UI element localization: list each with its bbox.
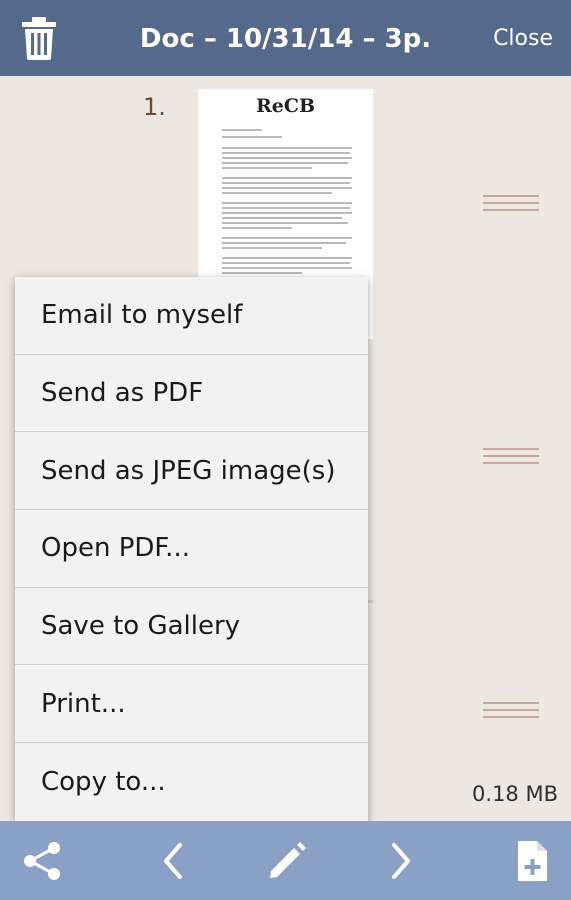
- thumbnail-text-line: [222, 272, 302, 274]
- chevron-left-icon[interactable]: [152, 839, 196, 883]
- thumbnail-text-line: [222, 152, 350, 154]
- menu-item-copy-to[interactable]: Copy to...: [15, 743, 368, 821]
- menu-item-print[interactable]: Print...: [15, 665, 368, 744]
- menu-item-email-to-myself[interactable]: Email to myself: [15, 277, 368, 355]
- thumbnail-text-line: [222, 177, 352, 179]
- drag-handle-icon[interactable]: [483, 700, 539, 720]
- drag-handle-icon[interactable]: [483, 193, 539, 213]
- thumbnail-text-line: [222, 222, 348, 224]
- thumbnail-text-line: [222, 227, 292, 229]
- menu-item-send-as-jpeg[interactable]: Send as JPEG image(s): [15, 432, 368, 511]
- thumbnail-text-line: [222, 182, 350, 184]
- thumbnail-text-line: [222, 237, 352, 239]
- thumbnail-text-line: [222, 167, 312, 169]
- thumbnail-text-line: [222, 217, 342, 219]
- thumbnail-text-line: [222, 212, 352, 214]
- thumbnail-text-line: [222, 157, 352, 159]
- pencil-icon[interactable]: [265, 839, 309, 883]
- file-size: 0.18 MB: [472, 782, 558, 806]
- trash-icon[interactable]: [20, 16, 58, 60]
- add-page-icon[interactable]: [510, 839, 554, 883]
- menu-item-send-as-pdf[interactable]: Send as PDF: [15, 355, 368, 433]
- page-number: 1.: [143, 93, 166, 121]
- document-title: Doc – 10/31/14 – 3p.: [139, 24, 432, 54]
- thumbnail-text-line: [222, 187, 352, 189]
- close-button[interactable]: Close: [493, 0, 553, 76]
- thumbnail-text-line: [222, 136, 282, 138]
- share-icon[interactable]: [20, 839, 64, 883]
- thumbnail-text-line: [222, 267, 352, 269]
- thumbnail-text-line: [222, 147, 352, 149]
- thumbnail-text-line: [222, 262, 350, 264]
- thumbnail-text-line: [222, 202, 352, 204]
- thumbnail-text-line: [222, 129, 262, 131]
- share-menu: Email to myself Send as PDF Send as JPEG…: [15, 277, 368, 821]
- thumbnail-text-line: [222, 242, 346, 244]
- app-header: Doc – 10/31/14 – 3p. Close: [0, 0, 571, 76]
- bottom-toolbar: [0, 821, 571, 900]
- chevron-right-icon[interactable]: [378, 839, 422, 883]
- thumbnail-text-line: [222, 192, 332, 194]
- thumbnail-text-line: [222, 247, 322, 249]
- thumbnail-logo: ReCB: [256, 95, 316, 117]
- thumbnail-text-line: [222, 162, 348, 164]
- thumbnail-text-line: [222, 257, 352, 259]
- menu-item-open-pdf[interactable]: Open PDF...: [15, 510, 368, 588]
- thumbnail-text-line: [222, 207, 350, 209]
- drag-handle-icon[interactable]: [483, 446, 539, 466]
- menu-item-save-to-gallery[interactable]: Save to Gallery: [15, 588, 368, 666]
